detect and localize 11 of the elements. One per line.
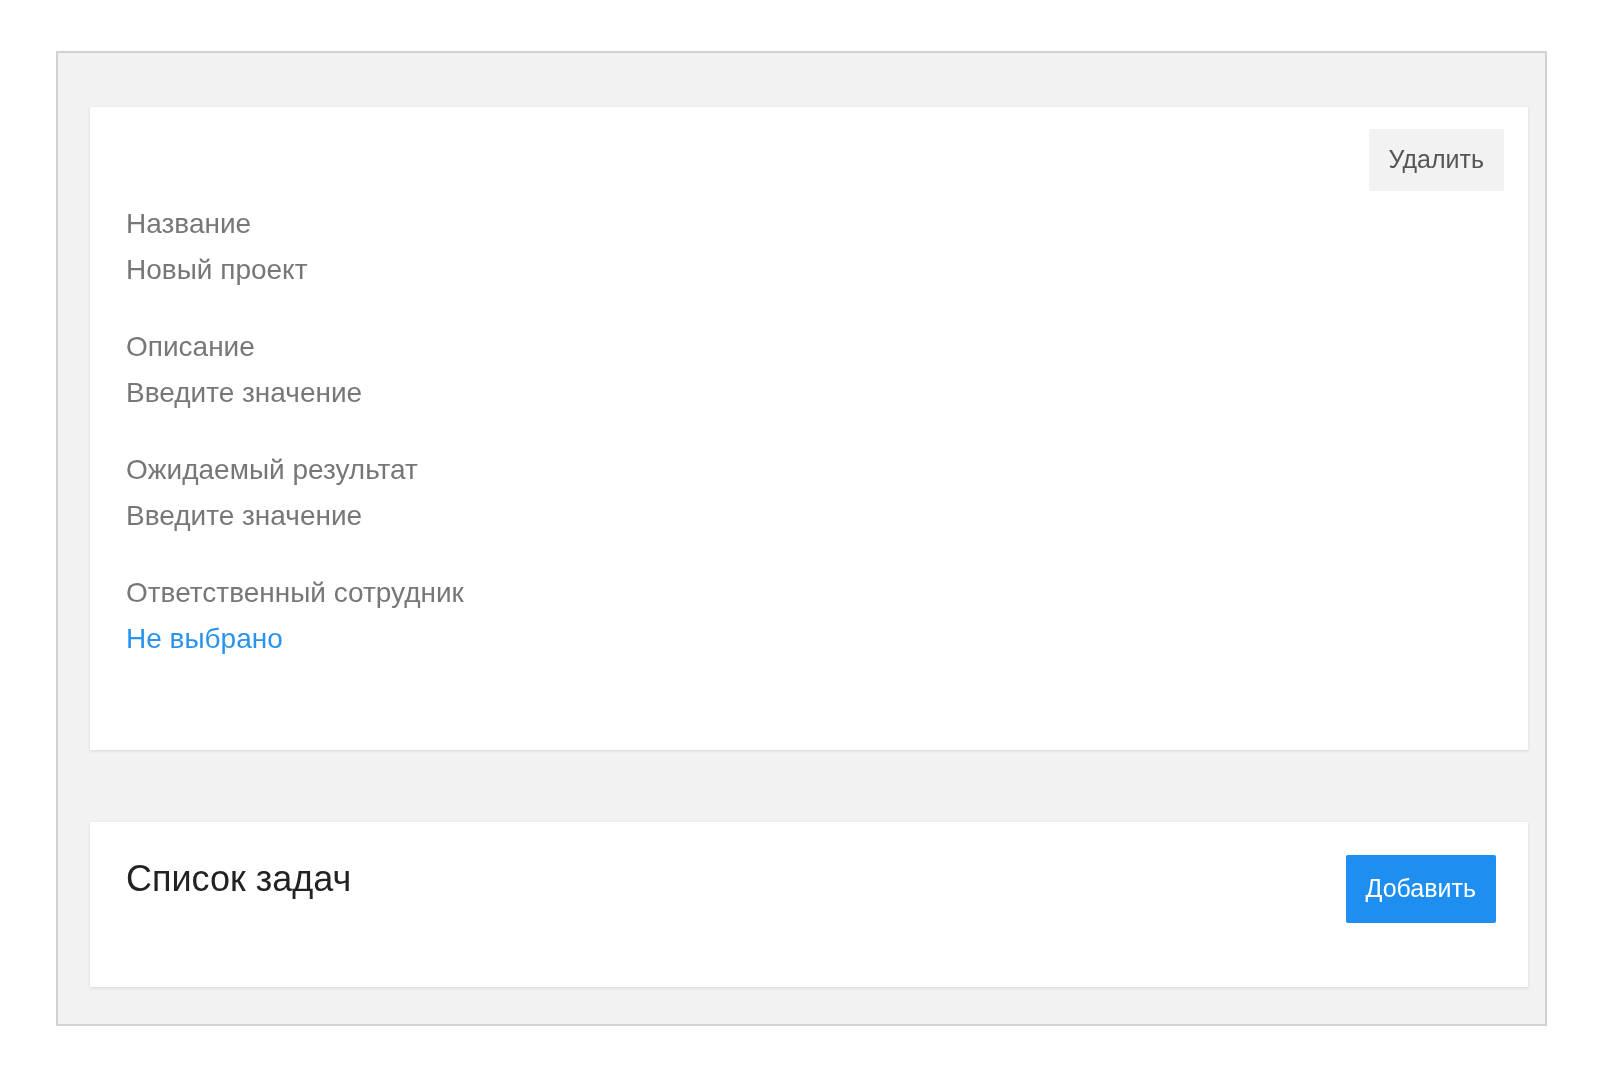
- field-label: Ответственный сотрудник: [126, 576, 465, 610]
- delete-button[interactable]: Удалить: [1368, 129, 1504, 191]
- field-value[interactable]: Введите значение: [126, 493, 1369, 539]
- field-label: Название: [126, 207, 253, 241]
- field-label: Описание: [126, 330, 256, 364]
- add-button[interactable]: Добавить: [1345, 855, 1496, 923]
- select-link[interactable]: Не выбрано: [126, 623, 283, 654]
- field-value[interactable]: Новый проект: [126, 247, 1369, 293]
- section-title: Список задач: [126, 857, 352, 901]
- field-label: Ожидаемый результат: [126, 453, 419, 487]
- field-value[interactable]: Введите значение: [126, 370, 1369, 416]
